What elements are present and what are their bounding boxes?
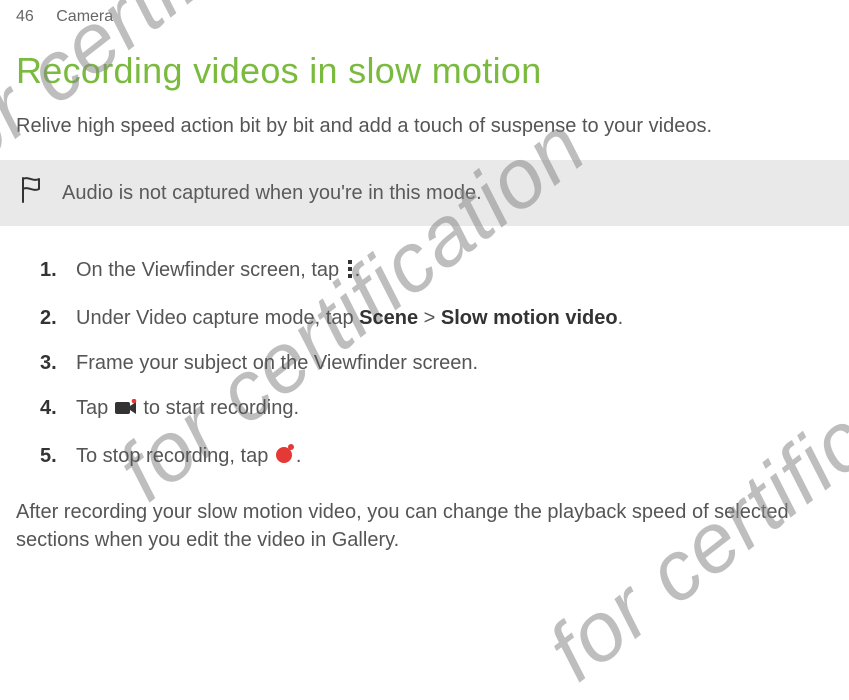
page-number: 46	[16, 8, 34, 25]
step-4-text-a: Tap	[76, 397, 114, 419]
video-record-icon	[114, 397, 138, 426]
step-2-bold-scene: Scene	[359, 307, 418, 329]
stop-record-icon	[274, 443, 296, 474]
page-header: 46 Camera	[0, 0, 849, 26]
step-5: To stop recording, tap .	[40, 442, 833, 474]
step-3: Frame your subject on the Viewfinder scr…	[40, 349, 833, 378]
step-2-sep: >	[418, 307, 441, 329]
step-1: On the Viewfinder screen, tap .	[40, 256, 833, 288]
step-3-text: Frame your subject on the Viewfinder scr…	[76, 352, 478, 374]
step-2: Under Video capture mode, tap Scene > Sl…	[40, 304, 833, 333]
section-name: Camera	[56, 8, 113, 25]
step-4: Tap to start recording.	[40, 394, 833, 426]
step-5-text-b: .	[296, 445, 302, 467]
steps-list: On the Viewfinder screen, tap . Under Vi…	[40, 256, 833, 474]
overflow-menu-icon	[345, 259, 355, 288]
step-1-text-a: On the Viewfinder screen, tap	[76, 259, 345, 281]
flag-icon	[20, 176, 42, 210]
step-1-text-b: .	[355, 259, 361, 281]
step-2-bold-slow-motion: Slow motion video	[441, 307, 618, 329]
step-5-text-a: To stop recording, tap	[76, 445, 274, 467]
intro-text: Relive high speed action bit by bit and …	[16, 112, 833, 140]
step-2-text-b: .	[618, 307, 624, 329]
closing-text: After recording your slow motion video, …	[16, 498, 833, 554]
step-2-text-a: Under Video capture mode, tap	[76, 307, 359, 329]
note-text: Audio is not captured when you're in thi…	[62, 182, 482, 205]
page-title: Recording videos in slow motion	[16, 50, 849, 92]
info-note: Audio is not captured when you're in thi…	[0, 160, 849, 226]
step-4-text-b: to start recording.	[138, 397, 299, 419]
